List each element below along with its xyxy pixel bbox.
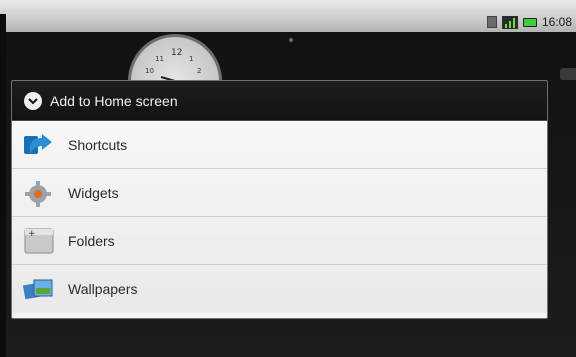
menu-item-folders[interactable]: + Folders <box>12 217 547 265</box>
widgets-gear-icon <box>22 178 58 208</box>
page-indicator <box>289 38 293 42</box>
menu-item-label: Shortcuts <box>68 136 128 153</box>
chevron-down-circle-icon <box>24 91 42 110</box>
status-time: 16:08 <box>541 15 572 29</box>
status-bar: 16:08 <box>6 12 576 32</box>
svg-text:1: 1 <box>189 55 193 63</box>
svg-text:+: + <box>28 229 36 239</box>
menu-item-shortcuts[interactable]: Shortcuts <box>12 121 547 169</box>
shortcut-arrow-icon <box>22 130 58 160</box>
signal-icon <box>501 15 518 29</box>
svg-text:10: 10 <box>145 67 154 75</box>
sd-card-icon <box>486 16 497 28</box>
wallpaper-pictures-icon <box>22 274 58 304</box>
menu-item-label: Widgets <box>68 184 119 201</box>
dialog-title: Add to Home screen <box>50 92 178 109</box>
menu-list: Shortcuts Widgets + Folders Wallpapers <box>12 121 547 313</box>
menu-item-widgets[interactable]: Widgets <box>12 169 547 217</box>
menu-item-wallpapers[interactable]: Wallpapers <box>12 265 547 313</box>
svg-text:11: 11 <box>155 55 164 63</box>
svg-text:2: 2 <box>197 67 201 75</box>
add-to-home-dialog: Add to Home screen Shortcuts Widgets + F… <box>11 80 548 319</box>
menu-item-label: Wallpapers <box>68 281 138 297</box>
drawer-handle[interactable] <box>560 68 576 80</box>
svg-text:12: 12 <box>171 48 182 58</box>
dialog-title-bar: Add to Home screen <box>12 81 547 121</box>
menu-item-label: Folders <box>68 232 115 249</box>
battery-icon <box>522 17 537 27</box>
folder-icon: + <box>22 226 58 256</box>
